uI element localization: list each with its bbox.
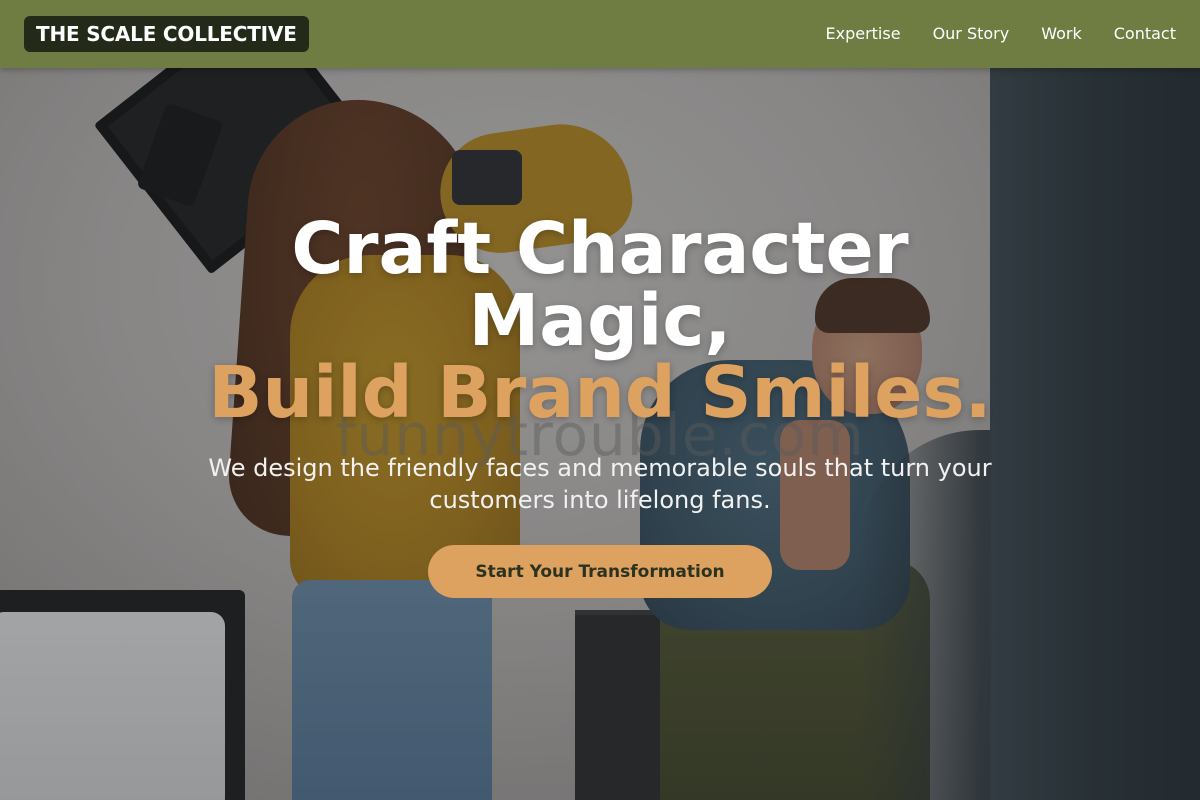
brand-logo[interactable]: THE SCALE COLLECTIVE [24,16,309,52]
headline-accent: Build Brand Smiles. [208,351,992,434]
hero-headline: Craft Character Magic, Build Brand Smile… [0,213,1200,429]
site-header: THE SCALE COLLECTIVE Expertise Our Story… [0,0,1200,68]
nav-link-expertise[interactable]: Expertise [826,24,901,44]
nav-link-our-story[interactable]: Our Story [933,24,1010,44]
headline-line-1: Craft Character [291,207,909,290]
hero-section: funnytrouble.com Craft Character Magic, … [0,68,1200,800]
page: THE SCALE COLLECTIVE Expertise Our Story… [0,0,1200,800]
nav-link-work[interactable]: Work [1041,24,1082,44]
nav-link-contact[interactable]: Contact [1114,24,1176,44]
headline-line-2: Magic, [468,279,732,362]
start-transformation-button[interactable]: Start Your Transformation [428,545,772,598]
main-nav: Expertise Our Story Work Contact [826,24,1177,44]
hero-subtitle: We design the friendly faces and memorab… [208,454,992,514]
